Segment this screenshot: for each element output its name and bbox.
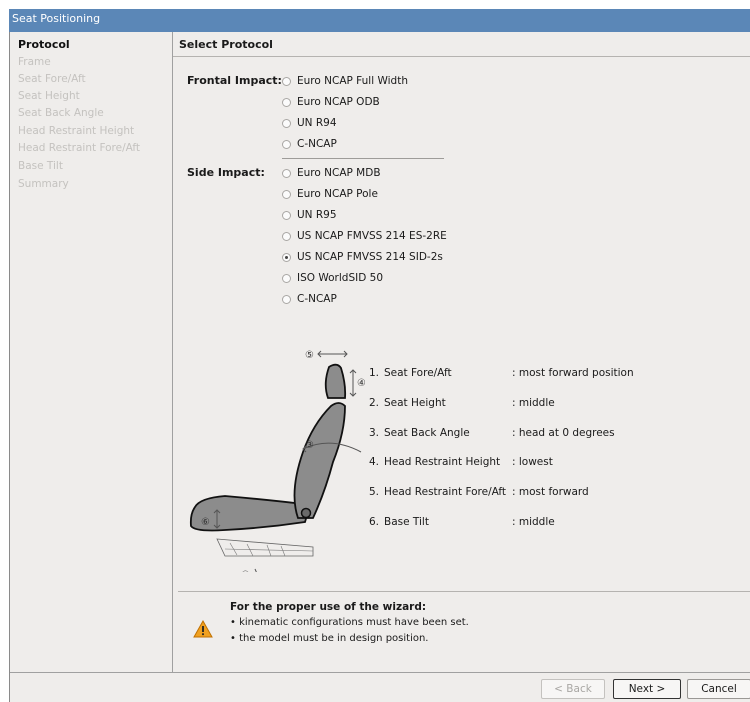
legend-row-3: 3. Seat Back Angle : head at 0 degrees [369,427,615,439]
radio-button[interactable] [282,118,291,128]
radio-button-selected[interactable] [282,252,291,262]
side-impact-label: Side Impact: [187,166,265,179]
back-button[interactable]: < Back [541,679,605,699]
radio-euro-ncap-odb[interactable]: Euro NCAP ODB [282,95,380,109]
legend-value: : middle [512,516,555,528]
legend-row-2: 2. Seat Height : middle [369,397,555,409]
radio-button[interactable] [282,189,291,199]
legend-value: : lowest [512,456,553,468]
legend-number: 1. [369,367,380,379]
radio-label: C-NCAP [297,293,337,305]
legend-name: Seat Fore/Aft [384,367,452,379]
radio-button[interactable] [282,210,291,220]
radio-c-ncap-frontal[interactable]: C-NCAP [282,137,337,151]
radio-label: ISO WorldSID 50 [297,272,383,284]
legend-name: Base Tilt [384,516,429,528]
legend-name: Head Restraint Fore/Aft [384,486,507,498]
radio-button[interactable] [282,294,291,304]
radio-label: UN R95 [297,209,337,221]
step-summary: Summary [18,178,69,190]
legend-row-6: 6. Base Tilt : middle [369,516,555,528]
radio-us-ncap-es2re[interactable]: US NCAP FMVSS 214 ES-2RE [282,229,447,243]
legend-number: 4. [369,456,380,468]
radio-label: US NCAP FMVSS 214 SID-2s [297,251,443,263]
radio-label: C-NCAP [297,138,337,150]
info-title: For the proper use of the wizard: [230,601,427,613]
step-base-tilt: Base Tilt [18,160,63,172]
radio-label: Euro NCAP MDB [297,167,381,179]
legend-value: : middle [512,397,555,409]
step-frame: Frame [18,56,51,68]
step-head-restraint-height: Head Restraint Height [18,125,135,137]
window-title-bar: Seat Positioning [9,9,750,32]
footer-divider [10,672,750,673]
radio-label: Euro NCAP Full Width [297,75,408,87]
legend-number: 3. [369,427,380,439]
frontal-impact-label: Frontal Impact: [187,74,282,87]
next-button[interactable]: Next > [613,679,681,699]
step-seat-back-angle: Seat Back Angle [18,107,104,119]
page-title: Select Protocol [179,38,273,51]
marker-3: ③ [305,440,314,451]
radio-label: UN R94 [297,117,337,129]
radio-button[interactable] [282,97,291,107]
step-seat-height: Seat Height [18,90,80,102]
step-head-restraint-fore-aft: Head Restraint Fore/Aft [18,142,141,154]
radio-un-r94[interactable]: UN R94 [282,116,337,130]
legend-name: Seat Back Angle [384,427,470,439]
radio-button[interactable] [282,168,291,178]
header-divider [173,56,750,57]
marker-5: ⑤ [305,350,314,361]
radio-label: US NCAP FMVSS 214 ES-2RE [297,230,447,242]
radio-label: Euro NCAP Pole [297,188,378,200]
radio-iso-worldsid-50[interactable]: ISO WorldSID 50 [282,271,383,285]
radio-euro-ncap-mdb[interactable]: Euro NCAP MDB [282,166,381,180]
head-restraint [324,363,347,399]
radio-label: Euro NCAP ODB [297,96,380,108]
base-plate-grid [224,542,314,557]
radio-euro-ncap-full-width[interactable]: Euro NCAP Full Width [282,74,408,88]
legend-row-4: 4. Head Restraint Height : lowest [369,456,553,468]
warning-icon [193,620,213,638]
cancel-button[interactable]: Cancel [687,679,750,699]
step-protocol: Protocol [18,38,70,51]
recliner-pivot [300,507,312,519]
seat-back [293,402,346,519]
info-bullet-2: • the model must be in design position. [230,633,429,644]
seat-diagram: ⑤ ④ ③ ⑥ ② ① [189,350,365,572]
marker-2: ② [241,570,250,572]
radio-euro-ncap-pole[interactable]: Euro NCAP Pole [282,187,378,201]
legend-value: : most forward [512,486,589,498]
step-seat-fore-aft: Seat Fore/Aft [18,73,86,85]
window-title: Seat Positioning [12,12,101,25]
radio-button[interactable] [282,231,291,241]
info-divider [178,591,750,592]
legend-value: : head at 0 degrees [512,427,615,439]
legend-number: 5. [369,486,380,498]
radio-button[interactable] [282,139,291,149]
marker-4: ④ [357,378,365,389]
legend-number: 2. [369,397,380,409]
wizard-window: Protocol Frame Seat Fore/Aft Seat Height… [9,32,750,702]
legend-number: 6. [369,516,380,528]
legend-row-5: 5. Head Restraint Fore/Aft : most forward [369,486,589,498]
legend-value: : most forward position [512,367,634,379]
radio-button[interactable] [282,76,291,86]
radio-c-ncap-side[interactable]: C-NCAP [282,292,337,306]
legend-name: Seat Height [384,397,446,409]
seat-base-plate [216,538,314,557]
info-bullet-1: • kinematic configurations must have bee… [230,617,469,628]
group-separator [282,158,444,159]
legend-name: Head Restraint Height [384,456,501,468]
radio-button[interactable] [282,273,291,283]
marker-6: ⑥ [201,517,210,528]
radio-un-r95[interactable]: UN R95 [282,208,337,222]
wizard-steps-sidebar: Protocol Frame Seat Fore/Aft Seat Height… [10,32,173,672]
radio-us-ncap-sid2s[interactable]: US NCAP FMVSS 214 SID-2s [282,250,443,264]
legend-row-1: 1. Seat Fore/Aft : most forward position [369,367,634,379]
